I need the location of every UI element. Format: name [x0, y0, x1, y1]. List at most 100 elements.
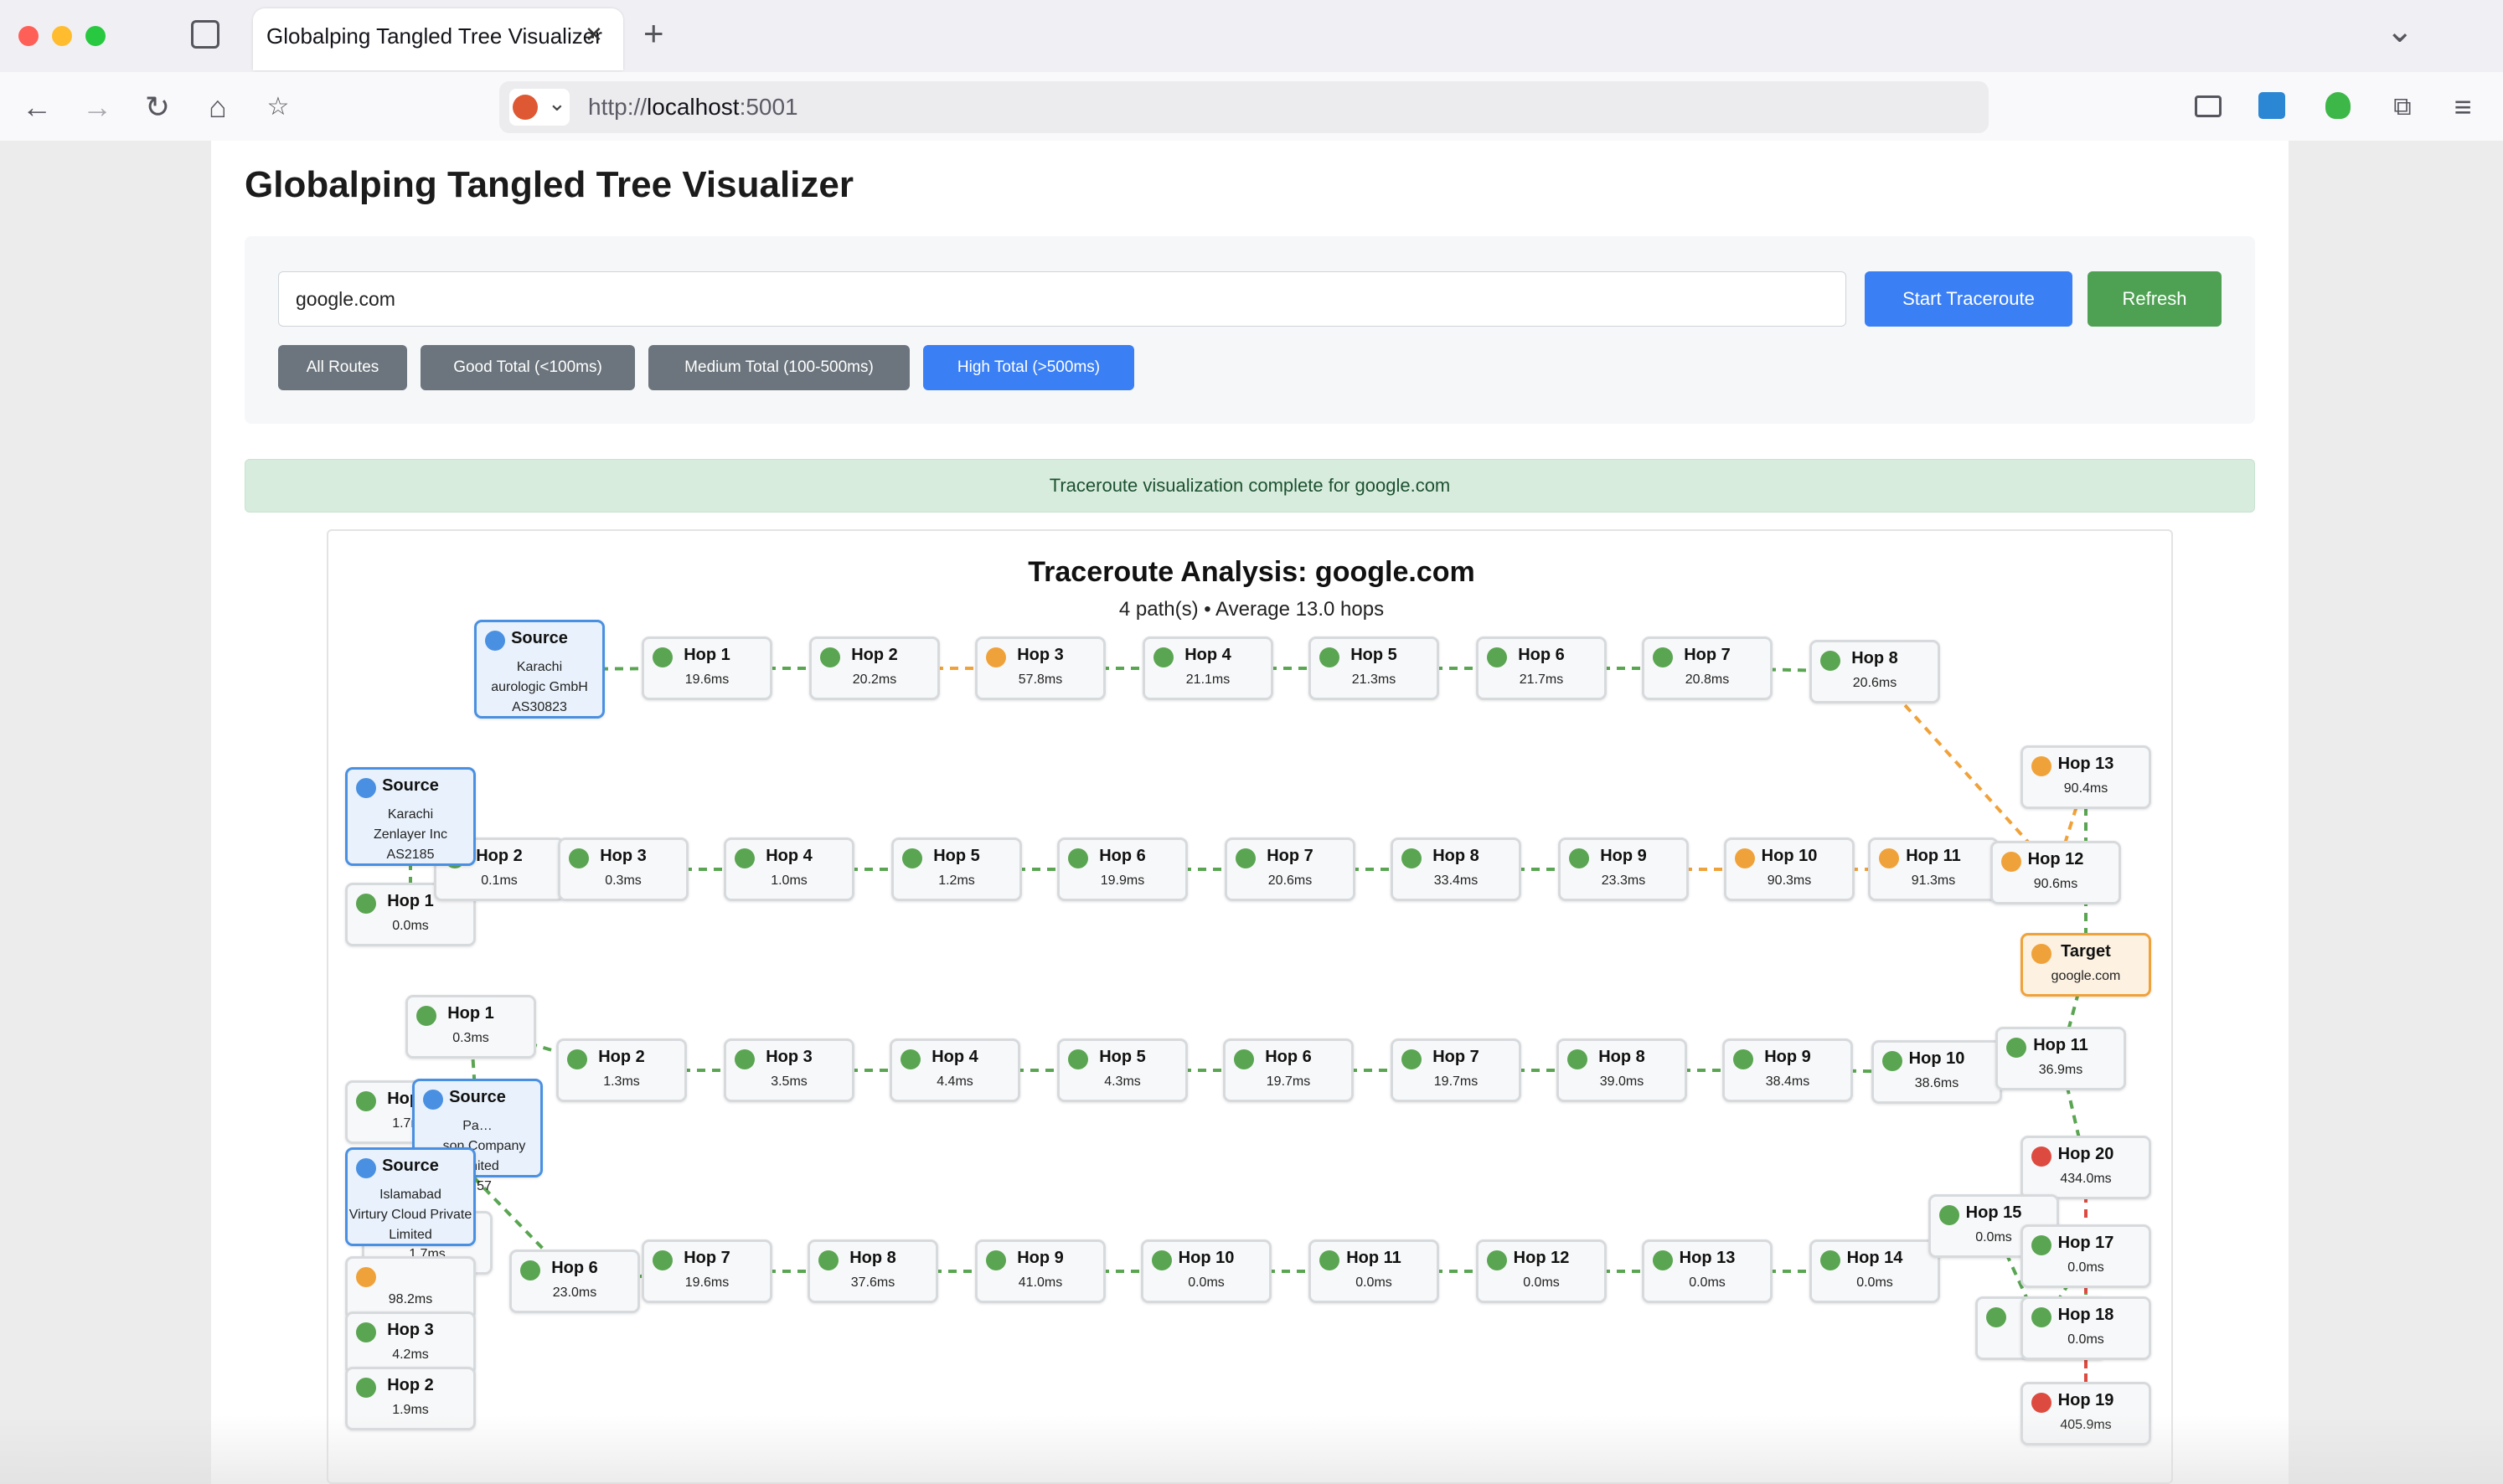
- source-node[interactable]: Source Islamabad Virtury Cloud Private Lim…: [345, 1147, 476, 1246]
- hop-node[interactable]: Hop 13 0.0ms: [1642, 1239, 1773, 1303]
- node-label: Hop 20: [2057, 1145, 2114, 1163]
- hop-node[interactable]: Hop 11 0.0ms: [1308, 1239, 1439, 1303]
- node-value: 1.0ms: [771, 873, 808, 888]
- node-label: Hop 4: [1184, 646, 1231, 664]
- hop-node[interactable]: Hop 3 4.2ms: [345, 1311, 476, 1375]
- hop-node[interactable]: Hop 7 19.7ms: [1391, 1038, 1521, 1102]
- filter-good-button[interactable]: Good Total (<100ms): [421, 345, 635, 390]
- hop-node[interactable]: Hop 12 90.6ms: [1990, 841, 2121, 904]
- forward-icon[interactable]: →: [79, 90, 116, 124]
- hop-node[interactable]: Hop 7 20.8ms: [1642, 636, 1773, 700]
- evernote-icon[interactable]: [2325, 92, 2351, 119]
- node-label: Hop 12: [1513, 1249, 1570, 1267]
- hop-node[interactable]: Hop 8 20.6ms: [1809, 640, 1940, 703]
- filter-all-routes-button[interactable]: All Routes: [278, 345, 407, 390]
- hop-node[interactable]: 98.2ms: [345, 1256, 476, 1320]
- node-label: Hop 10: [1908, 1049, 1965, 1068]
- node-value: 4.3ms: [1104, 1074, 1141, 1089]
- hop-node[interactable]: Hop 6 23.0ms: [509, 1250, 640, 1313]
- node-value: 0.0ms: [1689, 1275, 1726, 1290]
- hop-node[interactable]: Hop 2 1.3ms: [556, 1038, 687, 1102]
- node-label: Hop 1: [447, 1004, 494, 1023]
- node-label: Hop 10: [1761, 847, 1818, 865]
- reader-view-icon[interactable]: [2195, 95, 2222, 117]
- hop-node[interactable]: Hop 8 33.4ms: [1391, 837, 1521, 901]
- filter-medium-button[interactable]: Medium Total (100-500ms): [648, 345, 910, 390]
- hop-node[interactable]: Hop 8 37.6ms: [808, 1239, 938, 1303]
- hop-node[interactable]: Hop 20 434.0ms: [2020, 1136, 2151, 1199]
- node-value: Karachi aurologic GmbH AS30823: [491, 660, 588, 714]
- hop-node[interactable]: Hop 10 38.6ms: [1871, 1040, 2002, 1104]
- source-node[interactable]: Source Karachi Zenlayer Inc AS2185: [345, 767, 476, 866]
- node-label: Source: [382, 776, 439, 795]
- node-label: Hop 8: [1598, 1048, 1645, 1066]
- hop-node[interactable]: Hop 6 21.7ms: [1476, 636, 1607, 700]
- hop-node[interactable]: Hop 10 0.0ms: [1141, 1239, 1272, 1303]
- target-node[interactable]: Target google.com: [2020, 933, 2151, 997]
- hop-node[interactable]: Hop 6 19.9ms: [1057, 837, 1188, 901]
- hop-node[interactable]: Hop 7 20.6ms: [1225, 837, 1355, 901]
- reload-icon[interactable]: ↻: [139, 90, 176, 124]
- hop-node[interactable]: Hop 3 3.5ms: [724, 1038, 854, 1102]
- bookmark-icon[interactable]: ☆: [260, 90, 297, 124]
- close-window-button[interactable]: [18, 26, 39, 46]
- node-label: Hop 19: [2057, 1391, 2114, 1409]
- hop-node[interactable]: Hop 11 91.3ms: [1868, 837, 1999, 901]
- hop-node[interactable]: Hop 4 21.1ms: [1143, 636, 1273, 700]
- hop-node[interactable]: Hop 4 1.0ms: [724, 837, 854, 901]
- filter-high-button[interactable]: High Total (>500ms): [923, 345, 1134, 390]
- minimize-window-button[interactable]: [52, 26, 72, 46]
- home-icon[interactable]: ⌂: [199, 90, 236, 124]
- hop-node[interactable]: Hop 12 0.0ms: [1476, 1239, 1607, 1303]
- extensions-icon[interactable]: ⧉: [2384, 90, 2421, 124]
- hop-node[interactable]: Hop 18 0.0ms: [2020, 1296, 2151, 1360]
- node-label: Hop 11: [1906, 847, 1961, 865]
- domain-input[interactable]: [278, 271, 1846, 327]
- hop-node[interactable]: Hop 11 36.9ms: [1995, 1027, 2126, 1090]
- hop-node[interactable]: Hop 8 39.0ms: [1556, 1038, 1687, 1102]
- node-value: 20.6ms: [1852, 676, 1897, 690]
- node-value: 57.8ms: [1018, 672, 1063, 687]
- refresh-button[interactable]: Refresh: [2088, 271, 2222, 327]
- hop-node[interactable]: Hop 1 0.3ms: [405, 995, 536, 1059]
- node-label: Hop 5: [1099, 1048, 1146, 1066]
- back-icon[interactable]: ←: [18, 90, 55, 124]
- start-traceroute-button[interactable]: Start Traceroute: [1865, 271, 2072, 327]
- new-tab-icon[interactable]: +: [643, 13, 664, 54]
- tab-overview-icon[interactable]: [191, 20, 219, 49]
- hop-node[interactable]: Hop 4 4.4ms: [890, 1038, 1020, 1102]
- hop-node[interactable]: Hop 10 90.3ms: [1724, 837, 1855, 901]
- hop-node[interactable]: Hop 7 19.6ms: [642, 1239, 772, 1303]
- hop-node[interactable]: Hop 9 41.0ms: [975, 1239, 1106, 1303]
- node-value: Islamabad Virtury Cloud Private Limited: [348, 1188, 472, 1242]
- hop-node[interactable]: Hop 2 20.2ms: [809, 636, 940, 700]
- hop-node[interactable]: Hop 6 19.7ms: [1223, 1038, 1354, 1102]
- tab-close-icon[interactable]: ✕: [585, 22, 603, 48]
- url-text[interactable]: http://localhost:5001: [588, 94, 798, 121]
- extension-search-icon[interactable]: [2258, 92, 2285, 119]
- hop-node[interactable]: Hop 13 90.4ms: [2020, 745, 2151, 809]
- node-value: 1.9ms: [392, 1403, 429, 1417]
- hop-node[interactable]: Hop 19 405.9ms: [2020, 1382, 2151, 1445]
- hop-node[interactable]: Hop 17 0.0ms: [2020, 1224, 2151, 1288]
- hop-node[interactable]: Hop 2 1.9ms: [345, 1367, 476, 1430]
- node-value: 19.7ms: [1433, 1074, 1479, 1089]
- source-node[interactable]: Source Karachi aurologic GmbH AS30823: [474, 620, 605, 719]
- hop-node[interactable]: Hop 5 21.3ms: [1308, 636, 1439, 700]
- hop-node[interactable]: Hop 5 4.3ms: [1057, 1038, 1188, 1102]
- node-label: Hop 13: [1679, 1249, 1736, 1267]
- list-tabs-icon[interactable]: ⌄: [2386, 12, 2414, 50]
- hop-node[interactable]: Hop 3 57.8ms: [975, 636, 1106, 700]
- hop-node[interactable]: Hop 9 23.3ms: [1558, 837, 1689, 901]
- menu-icon[interactable]: ≡: [2444, 90, 2481, 124]
- zoom-window-button[interactable]: [85, 26, 106, 46]
- hop-node[interactable]: Hop 9 38.4ms: [1722, 1038, 1853, 1102]
- hop-node[interactable]: Hop 1 19.6ms: [642, 636, 772, 700]
- node-value: 0.3ms: [605, 873, 642, 888]
- hop-node[interactable]: Hop 5 1.2ms: [891, 837, 1022, 901]
- node-value: 20.8ms: [1685, 672, 1730, 687]
- hop-node[interactable]: Hop 3 0.3ms: [558, 837, 689, 901]
- hop-node[interactable]: Hop 14 0.0ms: [1809, 1239, 1940, 1303]
- node-value: 0.1ms: [481, 873, 518, 888]
- tab-title: Globalping Tangled Tree Visualizer: [266, 23, 602, 49]
